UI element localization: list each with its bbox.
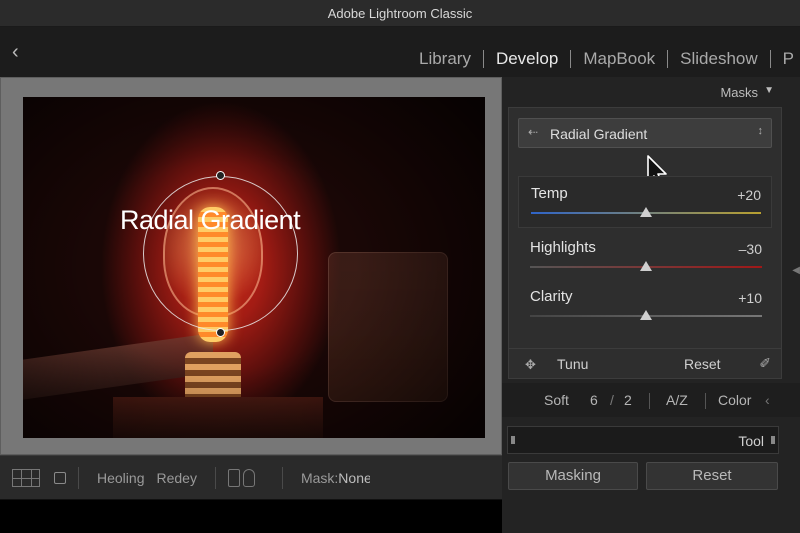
toolbar-divider: [281, 466, 283, 489]
resize-handle-right[interactable]: [771, 436, 775, 444]
slider-name: Temp: [531, 185, 568, 202]
slider-track[interactable]: [531, 207, 761, 217]
masks-header-label: Masks: [720, 85, 758, 100]
healing-tool-button[interactable]: Heoling: [91, 470, 150, 486]
slider-thumb[interactable]: [640, 261, 652, 271]
slider-thumb[interactable]: [640, 207, 652, 217]
mask-selector-label: Radial Gradient: [550, 126, 648, 142]
radial-gradient-overlay-label: Radial Gradient: [120, 205, 301, 235]
tune-pin-icon[interactable]: ✥: [525, 357, 541, 372]
toolbar-divider: [78, 466, 79, 489]
mask-overlay-label: Mask:: [300, 469, 339, 486]
slider-highlights[interactable]: Highlights –30: [518, 231, 772, 283]
tool-bar[interactable]: Tool: [507, 426, 779, 454]
slider-name: Highlights: [530, 239, 596, 256]
sort-count-b: 2: [624, 392, 632, 408]
slider-thumb[interactable]: [640, 310, 652, 320]
reset-button[interactable]: Reset: [646, 462, 778, 490]
chevron-left-icon[interactable]: ‹: [12, 41, 30, 63]
sort-color-button[interactable]: Color: [718, 392, 751, 408]
tune-row: ✥ Tunu Reset ✐: [509, 348, 781, 380]
chevron-left-icon[interactable]: ‹: [765, 392, 770, 408]
radial-gradient-pin[interactable]: [216, 328, 225, 337]
module-library[interactable]: Library: [407, 49, 483, 69]
resize-handle-left[interactable]: [511, 436, 515, 444]
brush-icon[interactable]: ✐: [759, 355, 771, 372]
mask-selector-dropdown[interactable]: ⇠ Radial Gradient ↕: [518, 118, 772, 148]
sort-az-button[interactable]: A/Z: [666, 392, 688, 408]
sort-divider: [705, 393, 706, 409]
before-after-icon[interactable]: [227, 467, 270, 489]
slider-track[interactable]: [530, 261, 762, 271]
image-canvas: Radial Gradient: [0, 77, 502, 455]
slider-temp[interactable]: Temp +20: [518, 176, 772, 228]
radial-gradient-ellipse[interactable]: [143, 176, 298, 331]
slider-value[interactable]: +10: [738, 290, 762, 306]
module-print[interactable]: P: [771, 49, 800, 69]
radial-gradient-handle[interactable]: [216, 171, 225, 180]
tune-reset-button[interactable]: Reset: [684, 356, 721, 372]
tool-label: Tool: [738, 433, 764, 449]
slider-name: Clarity: [530, 288, 573, 305]
module-slideshow[interactable]: Slideshow: [668, 49, 770, 69]
slider-clarity[interactable]: Clarity +10: [518, 280, 772, 332]
module-nav: ‹ Library Develop MapBook Slideshow P: [0, 27, 800, 77]
module-map[interactable]: MapBook: [571, 49, 667, 69]
back-arrow-icon[interactable]: ⇠: [528, 125, 538, 139]
sort-slash: /: [610, 392, 614, 408]
mask-edit-card: ⇠ Radial Gradient ↕ Temp +20 Highlights …: [508, 107, 782, 379]
bottom-toolbar: Heoling Redey Mask: None: [0, 455, 502, 500]
slider-track[interactable]: [530, 310, 762, 320]
loupe-view-icon[interactable]: [54, 471, 66, 484]
collapse-triangle-icon[interactable]: ▼: [764, 85, 774, 96]
masks-panel: Masks ▼ ⇠ Radial Gradient ↕ Temp +20 Hig…: [502, 77, 800, 533]
module-picker: Library Develop MapBook Slideshow P: [407, 49, 800, 69]
tune-label[interactable]: Tunu: [557, 356, 588, 372]
sort-soft[interactable]: Soft: [544, 392, 569, 408]
sort-count-a: 6: [590, 392, 598, 408]
mask-overlay-select[interactable]: None: [338, 470, 370, 486]
photo-preview[interactable]: Radial Gradient: [23, 97, 485, 438]
toolbar-divider: [214, 466, 216, 489]
slider-value[interactable]: +20: [737, 187, 761, 203]
sort-divider: [649, 393, 650, 409]
window-title: Adobe Lightroom Classic: [0, 0, 800, 27]
module-develop[interactable]: Develop: [484, 49, 570, 69]
sort-bar: Soft 6 / 2 A/Z Color ‹: [502, 383, 800, 417]
masks-panel-header[interactable]: Masks ▼: [502, 77, 800, 107]
masking-button[interactable]: Masking: [508, 462, 638, 490]
panel-edge-arrow-icon[interactable]: ◀: [792, 265, 800, 276]
red-eye-tool-button[interactable]: Redey: [150, 470, 202, 486]
grid-view-icon[interactable]: [12, 468, 40, 487]
slider-value[interactable]: –30: [739, 241, 762, 257]
dropdown-caret-icon: ↕: [757, 125, 764, 137]
